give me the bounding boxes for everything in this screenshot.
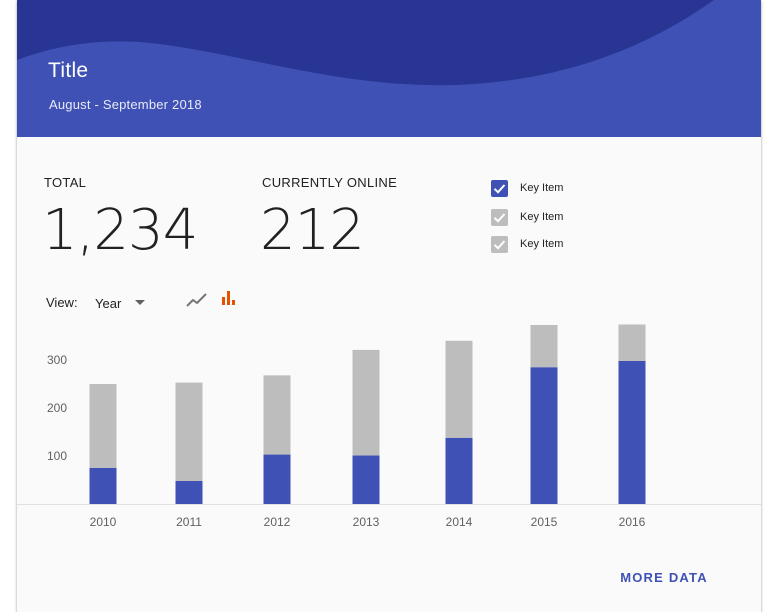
card-title: Title bbox=[48, 59, 89, 82]
more-data-button[interactable]: MORE DATA bbox=[612, 564, 716, 590]
view-selected-value: Year bbox=[95, 295, 122, 311]
online-value: 212 bbox=[260, 198, 365, 263]
key-item-checkbox[interactable] bbox=[491, 208, 508, 226]
x-axis-tick-label: 2010 bbox=[90, 515, 117, 529]
bar-primary-segment bbox=[89, 468, 117, 504]
x-axis-tick-label: 2013 bbox=[353, 515, 380, 529]
card-header: Title August - September 2018 bbox=[17, 0, 761, 137]
bar-secondary-segment bbox=[618, 324, 646, 361]
dashboard-card: Title August - September 2018 TOTAL 1,23… bbox=[17, 0, 761, 612]
checkmark-icon bbox=[493, 239, 506, 250]
bar-primary-segment bbox=[352, 455, 380, 504]
bar-secondary-segment bbox=[263, 375, 291, 455]
x-axis-tick-label: 2016 bbox=[619, 515, 646, 529]
y-axis-tick-label: 200 bbox=[47, 401, 67, 415]
key-item-row[interactable]: Key Item bbox=[491, 235, 563, 253]
view-dropdown[interactable]: Year bbox=[95, 293, 155, 313]
card-subtitle: August - September 2018 bbox=[49, 97, 202, 112]
y-axis-tick-label: 100 bbox=[47, 449, 67, 463]
bar-primary-segment bbox=[530, 367, 558, 504]
view-label: View: bbox=[46, 295, 78, 310]
total-value: 1,234 bbox=[42, 198, 198, 263]
bar-primary-segment bbox=[263, 454, 291, 504]
x-axis-tick-label: 2012 bbox=[264, 515, 291, 529]
bar-secondary-segment bbox=[530, 324, 558, 368]
bar-secondary-segment bbox=[175, 382, 203, 481]
bar-chart-icon[interactable] bbox=[222, 291, 236, 305]
key-item-row[interactable]: Key Item bbox=[491, 179, 563, 197]
key-item-label: Key Item bbox=[520, 238, 564, 250]
bar-primary-segment bbox=[175, 480, 203, 504]
x-axis-tick-label: 2011 bbox=[176, 515, 202, 529]
x-axis-tick-label: 2015 bbox=[531, 515, 558, 529]
key-item-row[interactable]: Key Item bbox=[491, 208, 563, 226]
bar-secondary-segment bbox=[445, 340, 473, 438]
header-wave-decoration bbox=[17, 0, 714, 86]
bar-chart: 100 200 300 2010 2011 2012 2013 2014 2015 2016 bbox=[17, 324, 761, 529]
line-chart-icon[interactable] bbox=[186, 292, 208, 308]
bar-primary-segment bbox=[445, 437, 473, 504]
chevron-down-icon bbox=[135, 300, 145, 305]
key-item-label: Key Item bbox=[520, 182, 564, 194]
x-axis-tick-label: 2014 bbox=[446, 515, 473, 529]
total-label: TOTAL bbox=[44, 175, 87, 190]
key-item-label: Key Item bbox=[520, 211, 564, 223]
checkmark-icon bbox=[493, 183, 506, 194]
bar-secondary-segment bbox=[89, 384, 117, 468]
y-axis-tick-label: 300 bbox=[47, 353, 67, 367]
bar-primary-segment bbox=[618, 360, 646, 504]
checkmark-icon bbox=[493, 212, 506, 223]
key-item-checkbox[interactable] bbox=[491, 235, 508, 253]
online-label: CURRENTLY ONLINE bbox=[262, 175, 398, 190]
key-item-checkbox[interactable] bbox=[491, 179, 508, 197]
bar-secondary-segment bbox=[352, 349, 380, 456]
